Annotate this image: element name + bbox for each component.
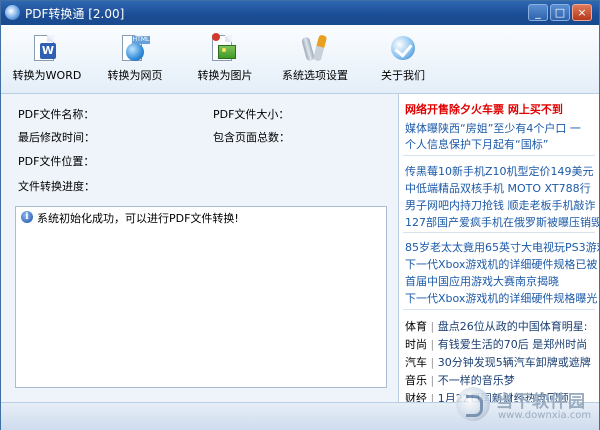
total-pages-label: 包含页面总数： <box>213 131 290 144</box>
convert-to-image-label: 转换为图片 <box>197 69 253 82</box>
word-document-icon: W <box>32 33 62 63</box>
category-separator: | <box>430 356 435 369</box>
category-label: 时尚 <box>405 338 427 351</box>
news-category-item[interactable]: 汽车 | 30分钟发现5辆汽车卸牌或遮牌 <box>405 354 591 370</box>
watermark-url: www.downxia.com <box>498 410 592 421</box>
news-link[interactable]: 个人信息保护下月起有“国标” <box>405 136 548 152</box>
pdf-location-label: PDF文件位置： <box>18 155 95 168</box>
category-label: 汽车 <box>405 356 427 369</box>
log-message: 系统初始化成功，可以进行PDF文件转换! <box>37 212 239 225</box>
news-link[interactable]: 中低端精品双核手机 MOTO XT788行 <box>405 180 591 196</box>
news-separator <box>403 155 595 156</box>
convert-to-word-button[interactable]: W 转换为WORD <box>7 31 87 83</box>
about-us-label: 关于我们 <box>381 69 425 82</box>
last-modified-label: 最后修改时间： <box>18 131 95 144</box>
title-bar[interactable]: PDF转换通 [2.00] _ □ × <box>1 1 599 25</box>
convert-to-word-label: 转换为WORD <box>12 69 82 82</box>
system-settings-button[interactable]: 系统选项设置 <box>275 31 355 83</box>
category-separator: | <box>430 320 435 333</box>
image-document-icon <box>210 33 240 63</box>
log-output[interactable]: i 系统初始化成功，可以进行PDF文件转换! <box>15 206 387 388</box>
category-separator: | <box>430 392 435 402</box>
watermark: 当下软件园 www.downxia.com <box>456 381 596 427</box>
news-link[interactable]: 127部国产爱疯手机在俄罗斯被曝压销毁 <box>405 214 599 230</box>
info-icon: i <box>21 211 33 223</box>
category-link[interactable]: 有钱爱生活的70后 是郑州时尚 <box>438 338 588 351</box>
news-link[interactable]: 传黑莓10新手机Z10机型定价149美元 <box>405 163 594 179</box>
convert-to-html-label: 转换为网页 <box>107 69 163 82</box>
news-headline[interactable]: 网络开售除夕火车票 网上买不到 <box>405 101 563 117</box>
tools-icon <box>300 33 330 63</box>
news-link[interactable]: 85岁老太太竟用65英寸大电视玩PS3游戏 <box>405 239 599 255</box>
about-us-button[interactable]: 关于我们 <box>363 31 443 83</box>
system-settings-label: 系统选项设置 <box>282 69 348 82</box>
window-title: PDF转换通 [2.00] <box>25 7 125 21</box>
app-icon <box>5 5 20 20</box>
category-link[interactable]: 盘点26位从政的中国体育明星: <box>438 320 588 333</box>
convert-to-html-button[interactable]: HTML 转换为网页 <box>95 31 175 83</box>
news-separator <box>403 309 595 310</box>
pdf-size-label: PDF文件大小： <box>213 108 290 121</box>
html-globe-icon: HTML <box>120 33 150 63</box>
conversion-progress-label: 文件转换进度： <box>18 180 95 193</box>
news-panel: 网络开售除夕火车票 网上买不到 媒体曝陕西“房姐”至少有4个户口 一 个人信息保… <box>399 94 599 402</box>
toolbar: W 转换为WORD HTML 转换为网页 转换为图片 系统选项设置 关于我们 <box>1 25 599 94</box>
maximize-button[interactable]: □ <box>550 4 570 21</box>
news-link[interactable]: 下一代Xbox游戏机的详细硬件规格曝光 <box>405 290 597 306</box>
news-link[interactable]: 首届中国应用游戏大赛南京揭晓 <box>405 273 559 289</box>
category-link[interactable]: 30分钟发现5辆汽车卸牌或遮牌 <box>438 356 591 369</box>
pdf-name-label: PDF文件名称： <box>18 108 95 121</box>
category-label: 体育 <box>405 320 427 333</box>
close-button[interactable]: × <box>572 4 592 21</box>
minimize-button[interactable]: _ <box>528 4 548 21</box>
category-label: 财经 <box>405 392 427 402</box>
app-window: PDF转换通 [2.00] _ □ × W 转换为WORD HTML 转换为网页… <box>0 0 600 430</box>
news-category-item[interactable]: 时尚 | 有钱爱生活的70后 是郑州时尚 <box>405 336 587 352</box>
category-separator: | <box>430 338 435 351</box>
category-label: 音乐 <box>405 374 427 387</box>
convert-to-image-button[interactable]: 转换为图片 <box>185 31 265 83</box>
file-info-panel: PDF文件名称： PDF文件大小： 最后修改时间： 包含页面总数： PDF文件位… <box>1 94 398 200</box>
news-link[interactable]: 男子网吧内持刀抢钱 顺走老板手机敲诈 <box>405 197 596 213</box>
news-separator <box>403 232 595 233</box>
news-link[interactable]: 媒体曝陕西“房姐”至少有4个户口 一 <box>405 120 581 136</box>
category-separator: | <box>430 374 435 387</box>
watermark-logo-icon <box>456 387 490 421</box>
watermark-title: 当下软件园 <box>496 392 586 412</box>
about-icon <box>388 33 418 63</box>
news-link[interactable]: 下一代Xbox游戏机的详细硬件规格已被 <box>405 256 597 272</box>
news-category-item[interactable]: 体育 | 盘点26位从政的中国体育明星: <box>405 318 587 334</box>
